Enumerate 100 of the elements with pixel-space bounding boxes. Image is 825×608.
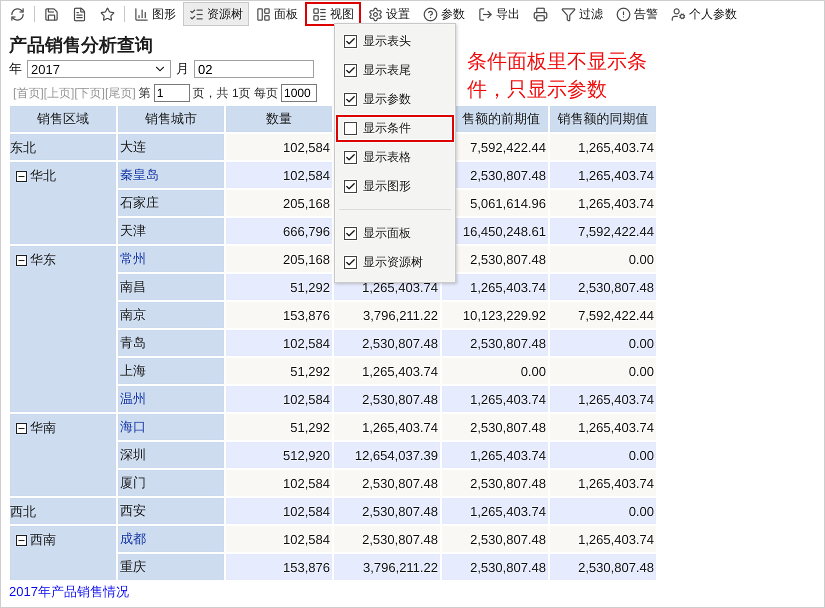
table-cell: 7,592,422.44 bbox=[550, 218, 656, 244]
window-layout-icon bbox=[312, 6, 327, 22]
question-icon bbox=[423, 6, 438, 22]
check-icon bbox=[345, 228, 356, 239]
check-icon bbox=[345, 257, 356, 268]
region-name: 华南 bbox=[30, 419, 56, 437]
table-cell: 102,584 bbox=[226, 470, 332, 496]
alert-icon bbox=[616, 6, 631, 22]
table-cell: 2,530,807.48 bbox=[550, 274, 656, 300]
menu-item[interactable]: 显示条件 bbox=[336, 115, 454, 142]
table-cell: 102,584 bbox=[226, 330, 332, 356]
collapse-icon[interactable] bbox=[16, 534, 27, 546]
table-cell: 1,265,403.74 bbox=[442, 498, 548, 524]
table-cell: 0.00 bbox=[550, 498, 656, 524]
toolbar-button[interactable]: 导出 bbox=[472, 2, 526, 26]
star-icon bbox=[100, 6, 115, 22]
table-cell: 0.00 bbox=[550, 246, 656, 272]
table-cell: 1,265,403.74 bbox=[334, 414, 440, 440]
check-icon bbox=[345, 181, 356, 192]
region-name: 华北 bbox=[30, 167, 56, 185]
page-size-field[interactable]: 1000 bbox=[281, 84, 318, 102]
toolbar-button[interactable]: 资源树 bbox=[183, 2, 249, 26]
table-cell: 2,530,807.48 bbox=[550, 554, 656, 580]
toolbar-button[interactable]: 过滤 bbox=[555, 2, 609, 26]
bar-chart-icon bbox=[134, 6, 149, 22]
table-cell: 102,584 bbox=[226, 386, 332, 412]
city-cell: 秦皇岛 bbox=[118, 162, 224, 188]
table-cell: 2,530,807.48 bbox=[334, 470, 440, 496]
collapse-icon[interactable] bbox=[16, 422, 27, 434]
filter-icon bbox=[561, 6, 576, 22]
table-cell: 7,592,422.44 bbox=[550, 302, 656, 328]
city-cell: 南昌 bbox=[118, 274, 224, 300]
collapse-icon[interactable] bbox=[16, 254, 27, 266]
menu-label: 显示条件 bbox=[363, 120, 411, 137]
toolbar-button[interactable]: 面板 bbox=[250, 2, 304, 26]
city-cell: 天津 bbox=[118, 218, 224, 244]
checkbox[interactable] bbox=[344, 180, 357, 193]
checkbox[interactable] bbox=[344, 256, 357, 269]
table-cell: 0.00 bbox=[550, 330, 656, 356]
table-cell: 1,265,403.74 bbox=[550, 414, 656, 440]
check-icon bbox=[345, 152, 356, 163]
toolbar-button[interactable]: 个人参数 bbox=[665, 2, 743, 26]
refresh-icon bbox=[10, 6, 25, 22]
table-cell: 2,530,807.48 bbox=[442, 526, 548, 552]
toolbar-button[interactable]: 告警 bbox=[610, 2, 664, 26]
collapse-icon[interactable] bbox=[16, 170, 27, 182]
menu-label: 显示图形 bbox=[363, 178, 411, 195]
checkbox[interactable] bbox=[344, 122, 357, 135]
page-info: 页，共 1页 每页 bbox=[192, 84, 278, 102]
user-settings-icon bbox=[671, 6, 686, 22]
table-cell: 0.00 bbox=[550, 442, 656, 468]
month-label: 月 bbox=[176, 60, 189, 78]
city-cell: 石家庄 bbox=[118, 190, 224, 216]
table-cell: 2,530,807.48 bbox=[442, 414, 548, 440]
table-cell: 3,796,211.22 bbox=[334, 302, 440, 328]
checkbox[interactable] bbox=[344, 227, 357, 240]
column-header: 数量 bbox=[226, 106, 332, 132]
city-cell: 海口 bbox=[118, 414, 224, 440]
checkbox[interactable] bbox=[344, 151, 357, 164]
table-cell: 0.00 bbox=[442, 358, 548, 384]
toolbar-button[interactable]: 设置 bbox=[362, 2, 416, 26]
month-field[interactable]: 02 bbox=[194, 60, 314, 78]
menu-label: 显示资源树 bbox=[363, 254, 423, 271]
page-field[interactable]: 1 bbox=[154, 84, 190, 102]
menu-label: 显示面板 bbox=[363, 225, 411, 242]
table-cell: 512,920 bbox=[226, 442, 332, 468]
table-cell: 1,265,403.74 bbox=[550, 190, 656, 216]
year-select[interactable]: 2017 bbox=[27, 60, 171, 78]
table-cell: 2,530,807.48 bbox=[334, 498, 440, 524]
menu-label: 显示表尾 bbox=[363, 62, 411, 79]
toolbar-button[interactable]: 图形 bbox=[128, 2, 182, 26]
menu-item[interactable]: 显示表头 bbox=[336, 28, 454, 55]
check-icon bbox=[345, 36, 356, 47]
table-cell: 3,796,211.22 bbox=[334, 554, 440, 580]
table-cell: 666,796 bbox=[226, 218, 332, 244]
table-cell: 2,530,807.48 bbox=[334, 386, 440, 412]
chart-link[interactable]: 2017年产品销售情况 bbox=[9, 583, 129, 601]
column-header: 销售额的同期值 bbox=[550, 106, 656, 132]
table-cell: 2,530,807.48 bbox=[442, 554, 548, 580]
checkbox[interactable] bbox=[344, 64, 357, 77]
page-label: 第 bbox=[138, 84, 151, 102]
table-cell: 102,584 bbox=[226, 526, 332, 552]
menu-item[interactable]: 显示表尾 bbox=[336, 57, 454, 84]
toolbar-button[interactable]: 参数 bbox=[417, 2, 471, 26]
report-title: 产品销售分析查询 bbox=[9, 34, 153, 57]
city-cell: 成都 bbox=[118, 526, 224, 552]
checkbox[interactable] bbox=[344, 35, 357, 48]
table-cell: 102,584 bbox=[226, 134, 332, 160]
year-label: 年 bbox=[9, 60, 22, 78]
table-cell: 2,530,807.48 bbox=[442, 470, 548, 496]
city-cell: 上海 bbox=[118, 358, 224, 384]
table-cell: 10,123,229.92 bbox=[442, 302, 548, 328]
checklist-icon bbox=[189, 6, 204, 22]
table-cell: 205,168 bbox=[226, 190, 332, 216]
city-cell: 重庆 bbox=[118, 554, 224, 580]
table-cell: 1,265,403.74 bbox=[442, 386, 548, 412]
export-icon bbox=[478, 6, 493, 22]
checkbox[interactable] bbox=[344, 93, 357, 106]
city-cell: 大连 bbox=[118, 134, 224, 160]
save-icon bbox=[44, 6, 59, 22]
